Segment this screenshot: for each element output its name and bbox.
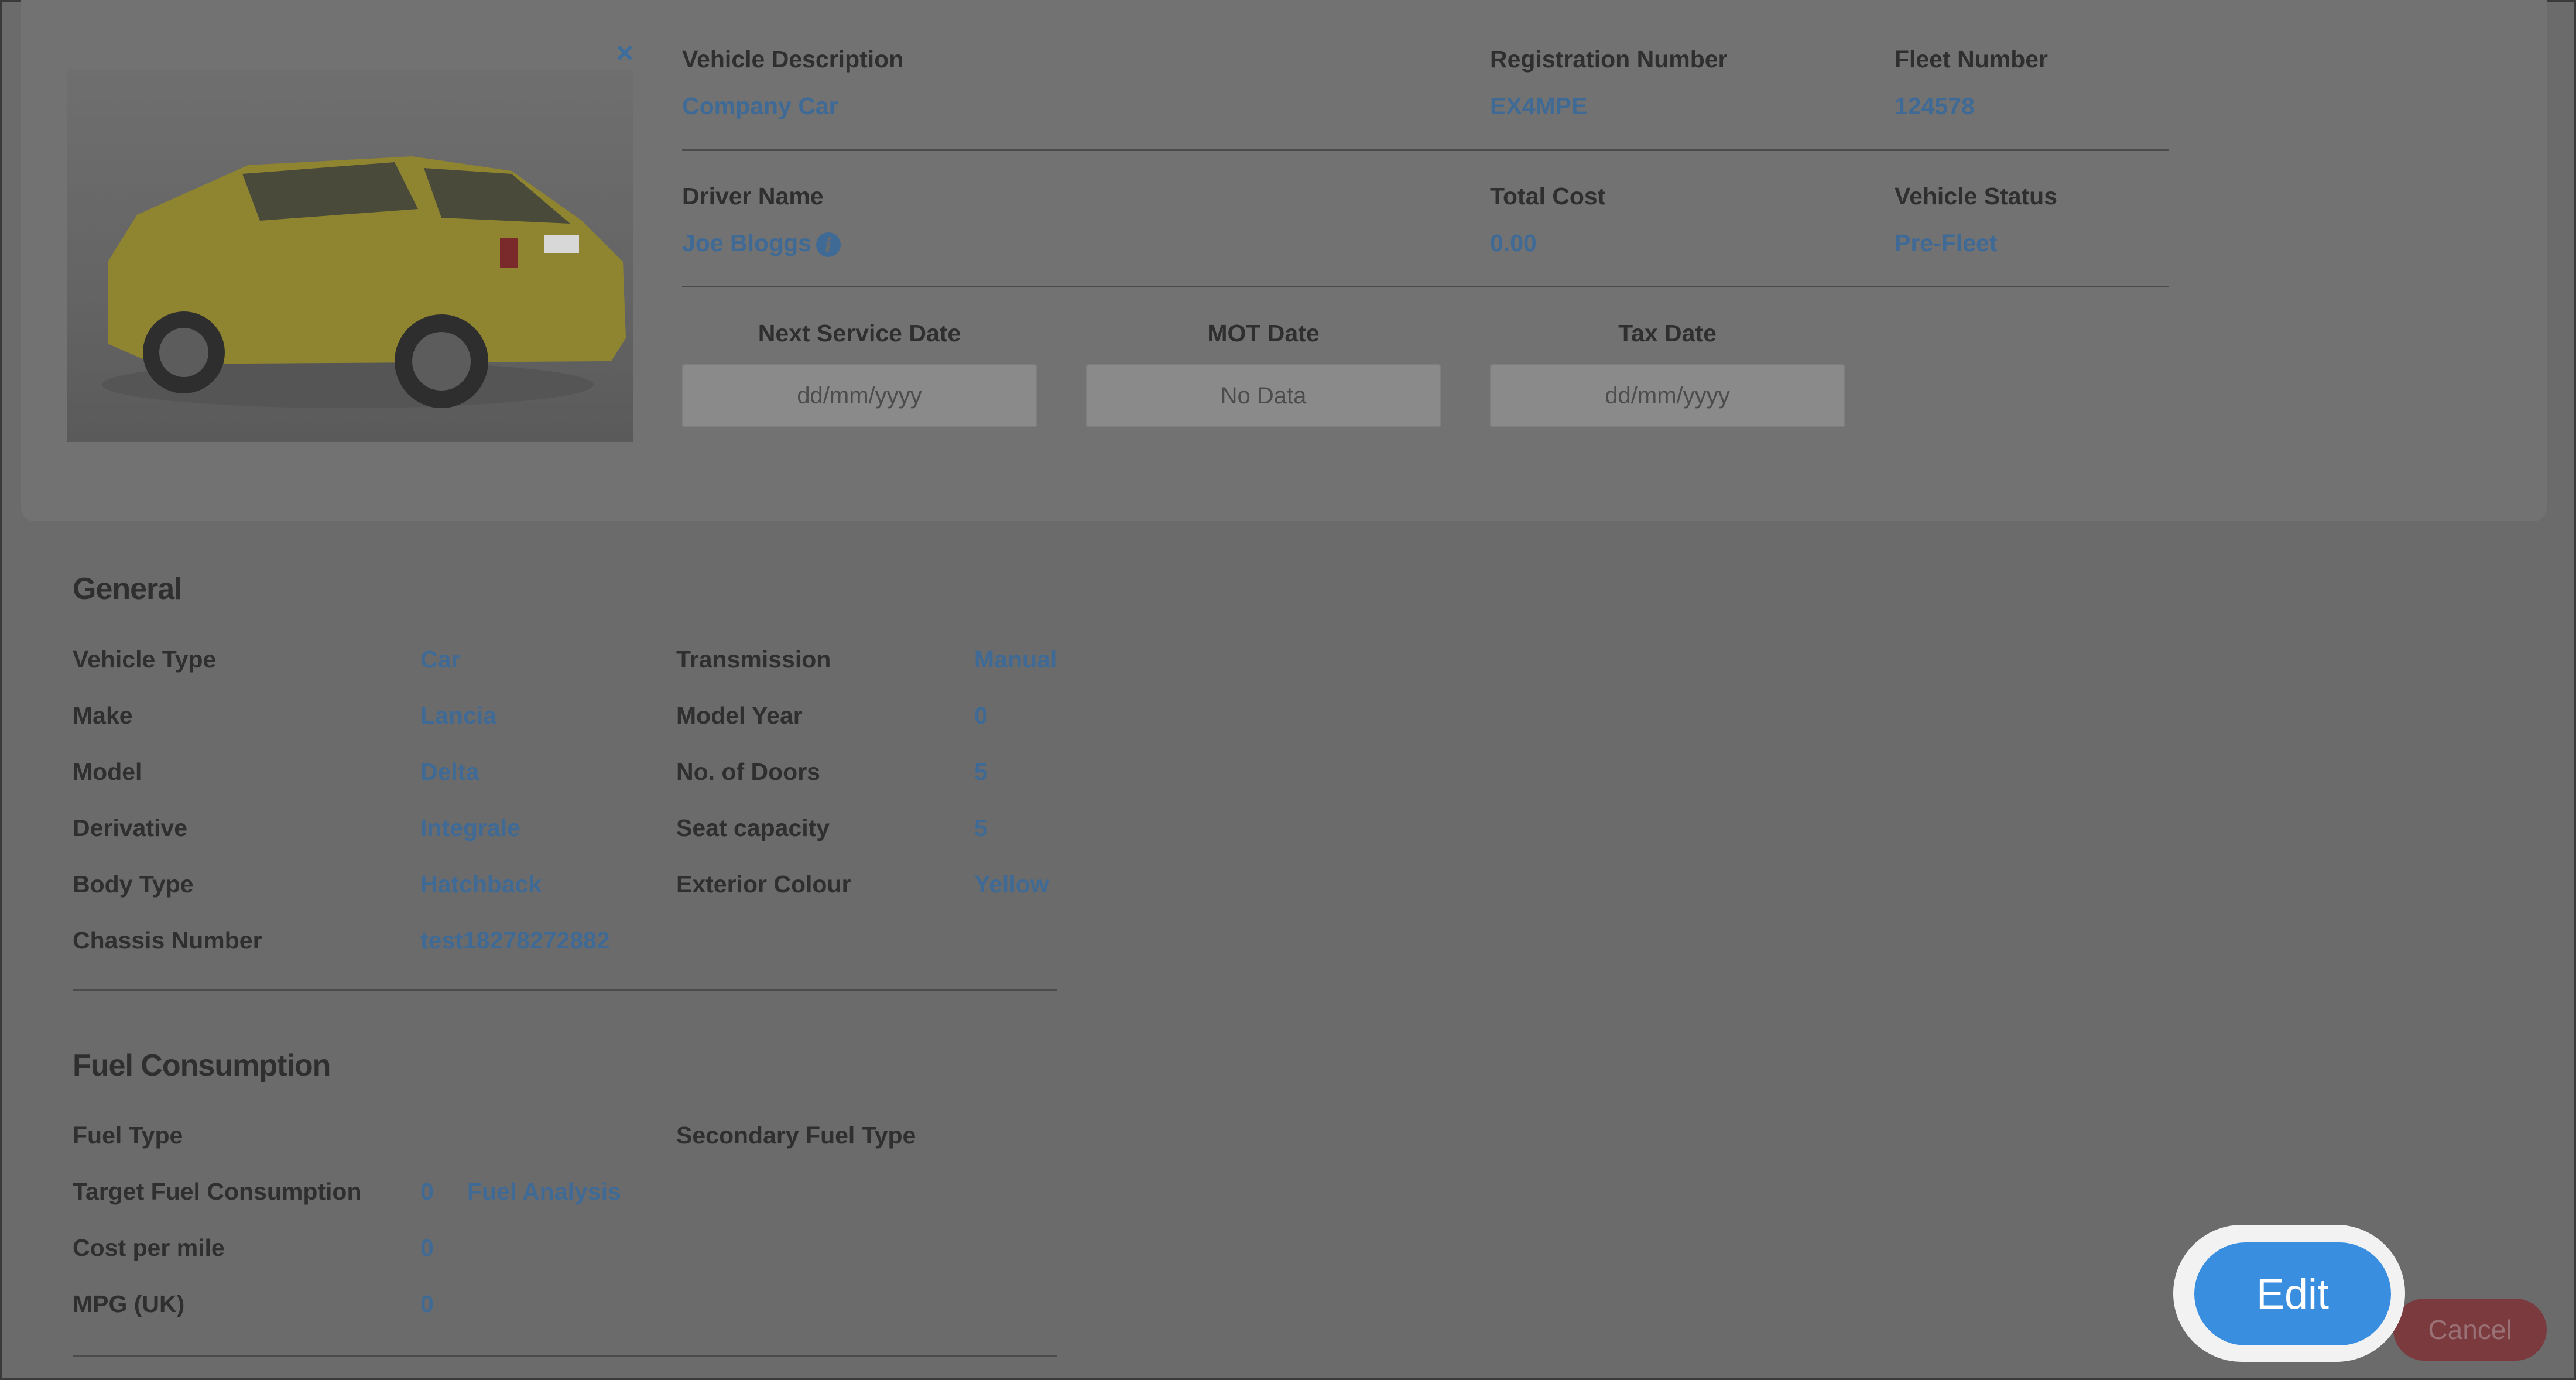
car-image-icon: [102, 156, 626, 408]
fleet-number-label: Fleet Number: [1895, 46, 2048, 73]
cost-per-mile-value: 0: [420, 1234, 434, 1261]
edit-button[interactable]: Edit: [2194, 1242, 2391, 1345]
derivative-label: Derivative: [73, 814, 188, 841]
target-fuel-consumption-label: Target Fuel Consumption: [73, 1178, 362, 1205]
vehicle-status-value: Pre-Fleet: [1895, 230, 1998, 256]
mpg-value: 0: [420, 1290, 434, 1317]
vehicle-type-label: Vehicle Type: [73, 646, 217, 673]
make-value: Lancia: [420, 702, 496, 729]
vehicle-photo: [67, 69, 633, 442]
vehicle-type-value: Car: [420, 646, 461, 673]
fuel-type-label: Fuel Type: [73, 1122, 183, 1149]
target-fuel-consumption-value: 0: [420, 1178, 434, 1205]
divider: [73, 989, 1057, 991]
next-service-date-label: Next Service Date: [758, 320, 961, 347]
divider: [73, 1355, 1057, 1357]
secondary-fuel-type-label: Secondary Fuel Type: [676, 1122, 916, 1149]
next-service-date-input[interactable]: dd/mm/yyyy: [682, 364, 1037, 427]
body-type-value: Hatchback: [420, 871, 542, 898]
divider: [682, 149, 2169, 151]
make-label: Make: [73, 702, 133, 729]
close-icon[interactable]: ×: [612, 38, 638, 67]
derivative-value: Integrale: [420, 814, 520, 841]
driver-name-label: Driver Name: [682, 183, 824, 210]
exterior-colour-label: Exterior Colour: [676, 871, 851, 898]
chassis-number-value: test18278272882: [420, 927, 610, 954]
info-icon[interactable]: i: [816, 232, 841, 258]
tax-date-label: Tax Date: [1618, 320, 1717, 347]
mot-date-label: MOT Date: [1207, 320, 1320, 347]
seat-capacity-label: Seat capacity: [676, 814, 830, 841]
transmission-label: Transmission: [676, 646, 831, 673]
transmission-value: Manual: [974, 646, 1057, 673]
model-year-value: 0: [974, 702, 988, 729]
doors-label: No. of Doors: [676, 758, 820, 785]
total-cost-label: Total Cost: [1490, 183, 1606, 210]
driver-name-value[interactable]: Joe Bloggs: [682, 230, 811, 256]
registration-number-value: EX4MPE: [1490, 93, 1588, 119]
general-section-title: General: [73, 572, 183, 606]
fuel-section-title: Fuel Consumption: [73, 1049, 331, 1083]
vehicle-status-label: Vehicle Status: [1895, 183, 2058, 210]
model-year-label: Model Year: [676, 702, 803, 729]
model-label: Model: [73, 758, 142, 785]
vehicle-description-value: Company Car: [682, 93, 838, 119]
divider: [682, 286, 2169, 287]
registration-number-label: Registration Number: [1490, 46, 1728, 73]
exterior-colour-value: Yellow: [974, 871, 1049, 898]
cancel-button[interactable]: Cancel: [2393, 1299, 2547, 1361]
fleet-number-value: 124578: [1895, 93, 1975, 119]
model-value: Delta: [420, 758, 479, 785]
mpg-label: MPG (UK): [73, 1290, 185, 1317]
vehicle-description-label: Vehicle Description: [682, 46, 904, 73]
chassis-number-label: Chassis Number: [73, 927, 262, 954]
driver-name-link[interactable]: Joe Bloggs i: [682, 230, 841, 258]
seat-capacity-value: 5: [974, 814, 988, 841]
total-cost-value: 0.00: [1490, 230, 1537, 256]
fuel-analysis-link[interactable]: Fuel Analysis: [467, 1178, 621, 1206]
body-type-label: Body Type: [73, 871, 194, 898]
tax-date-input[interactable]: dd/mm/yyyy: [1490, 364, 1845, 427]
mot-date-field[interactable]: No Data: [1086, 364, 1441, 427]
doors-value: 5: [974, 758, 988, 785]
cost-per-mile-label: Cost per mile: [73, 1234, 225, 1261]
